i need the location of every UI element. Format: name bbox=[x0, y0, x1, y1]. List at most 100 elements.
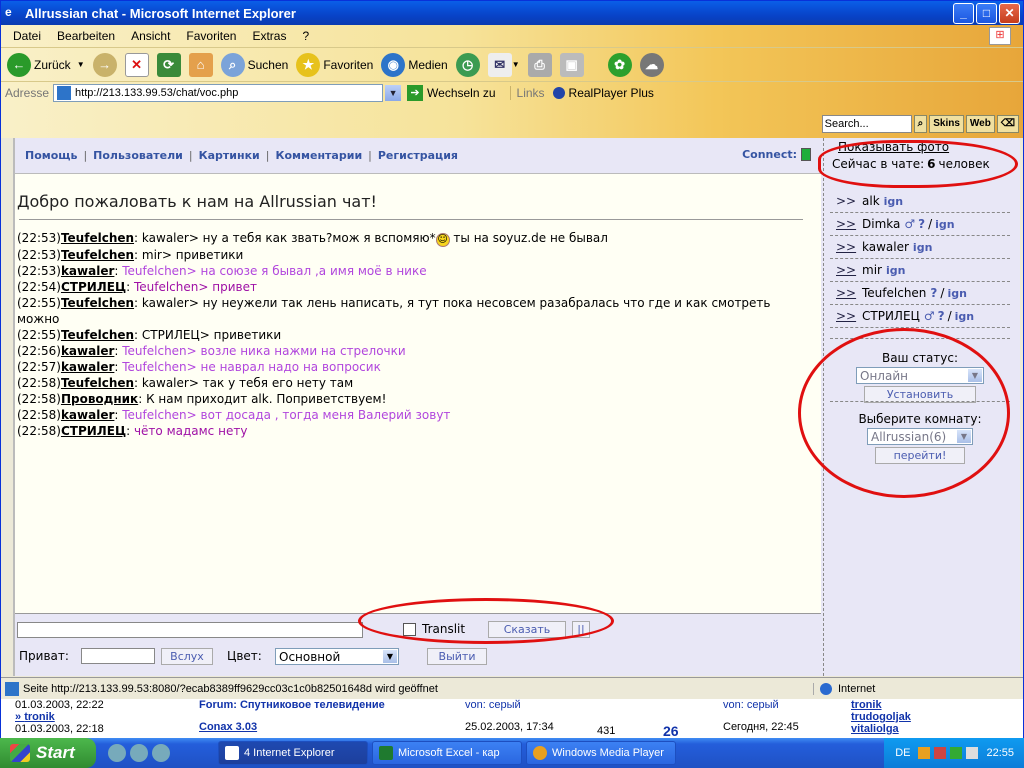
address-input[interactable]: http://213.133.99.53/chat/voc.php bbox=[53, 83, 384, 102]
user-arrow[interactable]: >> bbox=[830, 309, 862, 323]
web-button[interactable]: Web bbox=[965, 115, 995, 133]
user-name[interactable]: mir bbox=[862, 263, 882, 277]
message-nick[interactable]: kawaler bbox=[61, 264, 114, 278]
bg-right-user-3[interactable]: vitaliolga bbox=[851, 723, 899, 735]
media-quicklaunch-icon[interactable] bbox=[130, 744, 148, 762]
tray-icon-3[interactable] bbox=[950, 747, 963, 759]
bg-user-1[interactable]: » tronik bbox=[15, 711, 55, 723]
menu-datei[interactable]: Datei bbox=[5, 29, 49, 43]
task-media-player[interactable]: Windows Media Player bbox=[526, 741, 676, 765]
user-arrow[interactable]: >> bbox=[830, 286, 862, 300]
ignore-link[interactable]: ign bbox=[935, 218, 954, 231]
message-nick[interactable]: kawaler bbox=[61, 344, 114, 358]
menu-extras[interactable]: Extras bbox=[244, 29, 294, 43]
toolbar-search-icon[interactable]: ⌕ bbox=[913, 115, 928, 133]
realplayer-link[interactable]: RealPlayer Plus bbox=[552, 86, 654, 100]
ignore-link[interactable]: ign bbox=[913, 241, 932, 254]
mail-dropdown-icon[interactable]: ▼ bbox=[512, 60, 520, 69]
mail-button[interactable]: ✉ ▼ bbox=[487, 52, 520, 77]
message-nick[interactable]: Проводник bbox=[61, 392, 138, 406]
message-input[interactable] bbox=[17, 622, 363, 638]
pause-button[interactable]: || bbox=[572, 621, 590, 638]
address-dropdown-icon[interactable]: ▼ bbox=[385, 84, 402, 101]
menu-ansicht[interactable]: Ansicht bbox=[123, 29, 178, 43]
maximize-button[interactable]: □ bbox=[976, 2, 997, 24]
message-nick[interactable]: Teufelchen bbox=[61, 328, 134, 342]
menu-bearbeiten[interactable]: Bearbeiten bbox=[49, 29, 123, 43]
user-list-item[interactable]: >> kawaler ign bbox=[830, 236, 1010, 259]
user-name[interactable]: alk bbox=[862, 194, 880, 208]
icq-button[interactable]: ✿ bbox=[607, 52, 632, 77]
user-name[interactable]: СТРИЛЕЦ bbox=[862, 309, 920, 323]
bg-conax-link[interactable]: Conax 3.03 bbox=[199, 721, 257, 733]
media-button[interactable]: ◉ Medien bbox=[381, 52, 448, 77]
exit-button[interactable]: Выйти bbox=[427, 648, 487, 665]
refresh-button[interactable]: ⟳ bbox=[156, 52, 181, 77]
message-nick[interactable]: Teufelchen bbox=[61, 376, 134, 390]
user-list-item[interactable]: >> Teufelchen? / ign bbox=[830, 282, 1010, 305]
user-name[interactable]: Teufelchen bbox=[862, 286, 926, 300]
ie-quicklaunch-icon[interactable] bbox=[108, 744, 126, 762]
user-name[interactable]: Dimka bbox=[862, 217, 900, 231]
message-nick[interactable]: Teufelchen bbox=[61, 231, 134, 245]
user-arrow[interactable]: >> bbox=[830, 217, 862, 231]
task-internet-explorer[interactable]: 4 Internet Explorer bbox=[218, 741, 368, 765]
message-nick[interactable]: kawaler bbox=[61, 408, 114, 422]
go-room-button[interactable]: перейти! bbox=[875, 447, 965, 464]
user-arrow[interactable]: >> bbox=[830, 194, 862, 208]
volume-icon[interactable] bbox=[966, 747, 979, 759]
user-list-item[interactable]: >> mir ign bbox=[830, 259, 1010, 282]
links-label[interactable]: Links bbox=[509, 85, 545, 100]
message-nick[interactable]: СТРИЛЕЦ bbox=[61, 280, 126, 294]
nav-help[interactable]: Помощь bbox=[25, 149, 77, 162]
user-info-link[interactable]: ? bbox=[938, 309, 945, 323]
back-dropdown-icon[interactable]: ▼ bbox=[77, 60, 85, 69]
show-photo-link[interactable]: Показывать фото bbox=[838, 140, 949, 154]
user-list-item[interactable]: >> СТРИЛЕЦ ♂? / ign bbox=[830, 305, 1010, 328]
aloud-button[interactable]: Вслух bbox=[161, 648, 213, 665]
user-name[interactable]: kawaler bbox=[862, 240, 909, 254]
forward-button[interactable]: → bbox=[92, 52, 117, 77]
bg-right-user-1[interactable]: tronik bbox=[851, 699, 882, 711]
task-excel[interactable]: Microsoft Excel - кар bbox=[372, 741, 522, 765]
eraser-icon[interactable]: ⌫ bbox=[996, 115, 1019, 133]
color-select[interactable]: Основной ▼ bbox=[275, 648, 399, 665]
title-bar[interactable]: e Allrussian chat - Microsoft Internet E… bbox=[1, 1, 1023, 25]
tray-icon-1[interactable] bbox=[918, 747, 931, 759]
private-input[interactable] bbox=[81, 648, 155, 664]
minimize-button[interactable]: _ bbox=[953, 2, 974, 24]
tray-icon-2[interactable] bbox=[934, 747, 947, 759]
ignore-link[interactable]: ign bbox=[884, 195, 903, 208]
language-indicator[interactable]: DE bbox=[895, 747, 910, 759]
message-nick[interactable]: Teufelchen bbox=[61, 248, 134, 262]
back-button[interactable]: ← Zurück ▼ bbox=[7, 52, 85, 77]
room-select[interactable]: Allrussian(6) ▼ bbox=[867, 428, 973, 445]
ignore-link[interactable]: ign bbox=[886, 264, 905, 277]
user-list-item[interactable]: >> Dimka ♂? / ign bbox=[830, 213, 1010, 236]
stop-button[interactable]: ✕ bbox=[124, 52, 149, 77]
message-nick[interactable]: kawaler bbox=[61, 360, 114, 374]
message-nick[interactable]: Teufelchen bbox=[61, 296, 134, 310]
icq-quicklaunch-icon[interactable] bbox=[152, 744, 170, 762]
message-nick[interactable]: СТРИЛЕЦ bbox=[61, 424, 126, 438]
nav-registration[interactable]: Регистрация bbox=[378, 149, 458, 162]
nav-pictures[interactable]: Картинки bbox=[199, 149, 260, 162]
print-button[interactable]: ⎙ bbox=[527, 52, 552, 77]
favorites-button[interactable]: ★ Favoriten bbox=[296, 52, 373, 77]
nav-comments[interactable]: Комментарии bbox=[275, 149, 362, 162]
status-select[interactable]: Онлайн ▼ bbox=[856, 367, 984, 384]
user-arrow[interactable]: >> bbox=[830, 263, 862, 277]
translit-toggle[interactable]: Translit bbox=[403, 622, 465, 636]
menu-favoriten[interactable]: Favoriten bbox=[178, 29, 244, 43]
user-info-link[interactable]: ? bbox=[930, 286, 937, 300]
say-button[interactable]: Сказать bbox=[488, 621, 566, 638]
toolbar-search-input[interactable]: Search... bbox=[821, 115, 912, 133]
nav-users[interactable]: Пользователи bbox=[93, 149, 183, 162]
user-list-item[interactable]: >> alk ign bbox=[830, 190, 1010, 213]
ignore-link[interactable]: ign bbox=[955, 310, 974, 323]
close-button[interactable]: ✕ bbox=[999, 2, 1020, 24]
skins-button[interactable]: Skins bbox=[929, 115, 964, 133]
search-button[interactable]: ⌕ Suchen bbox=[220, 52, 288, 77]
edit-button[interactable]: ▣ bbox=[559, 52, 584, 77]
menu-help[interactable]: ? bbox=[294, 29, 317, 43]
